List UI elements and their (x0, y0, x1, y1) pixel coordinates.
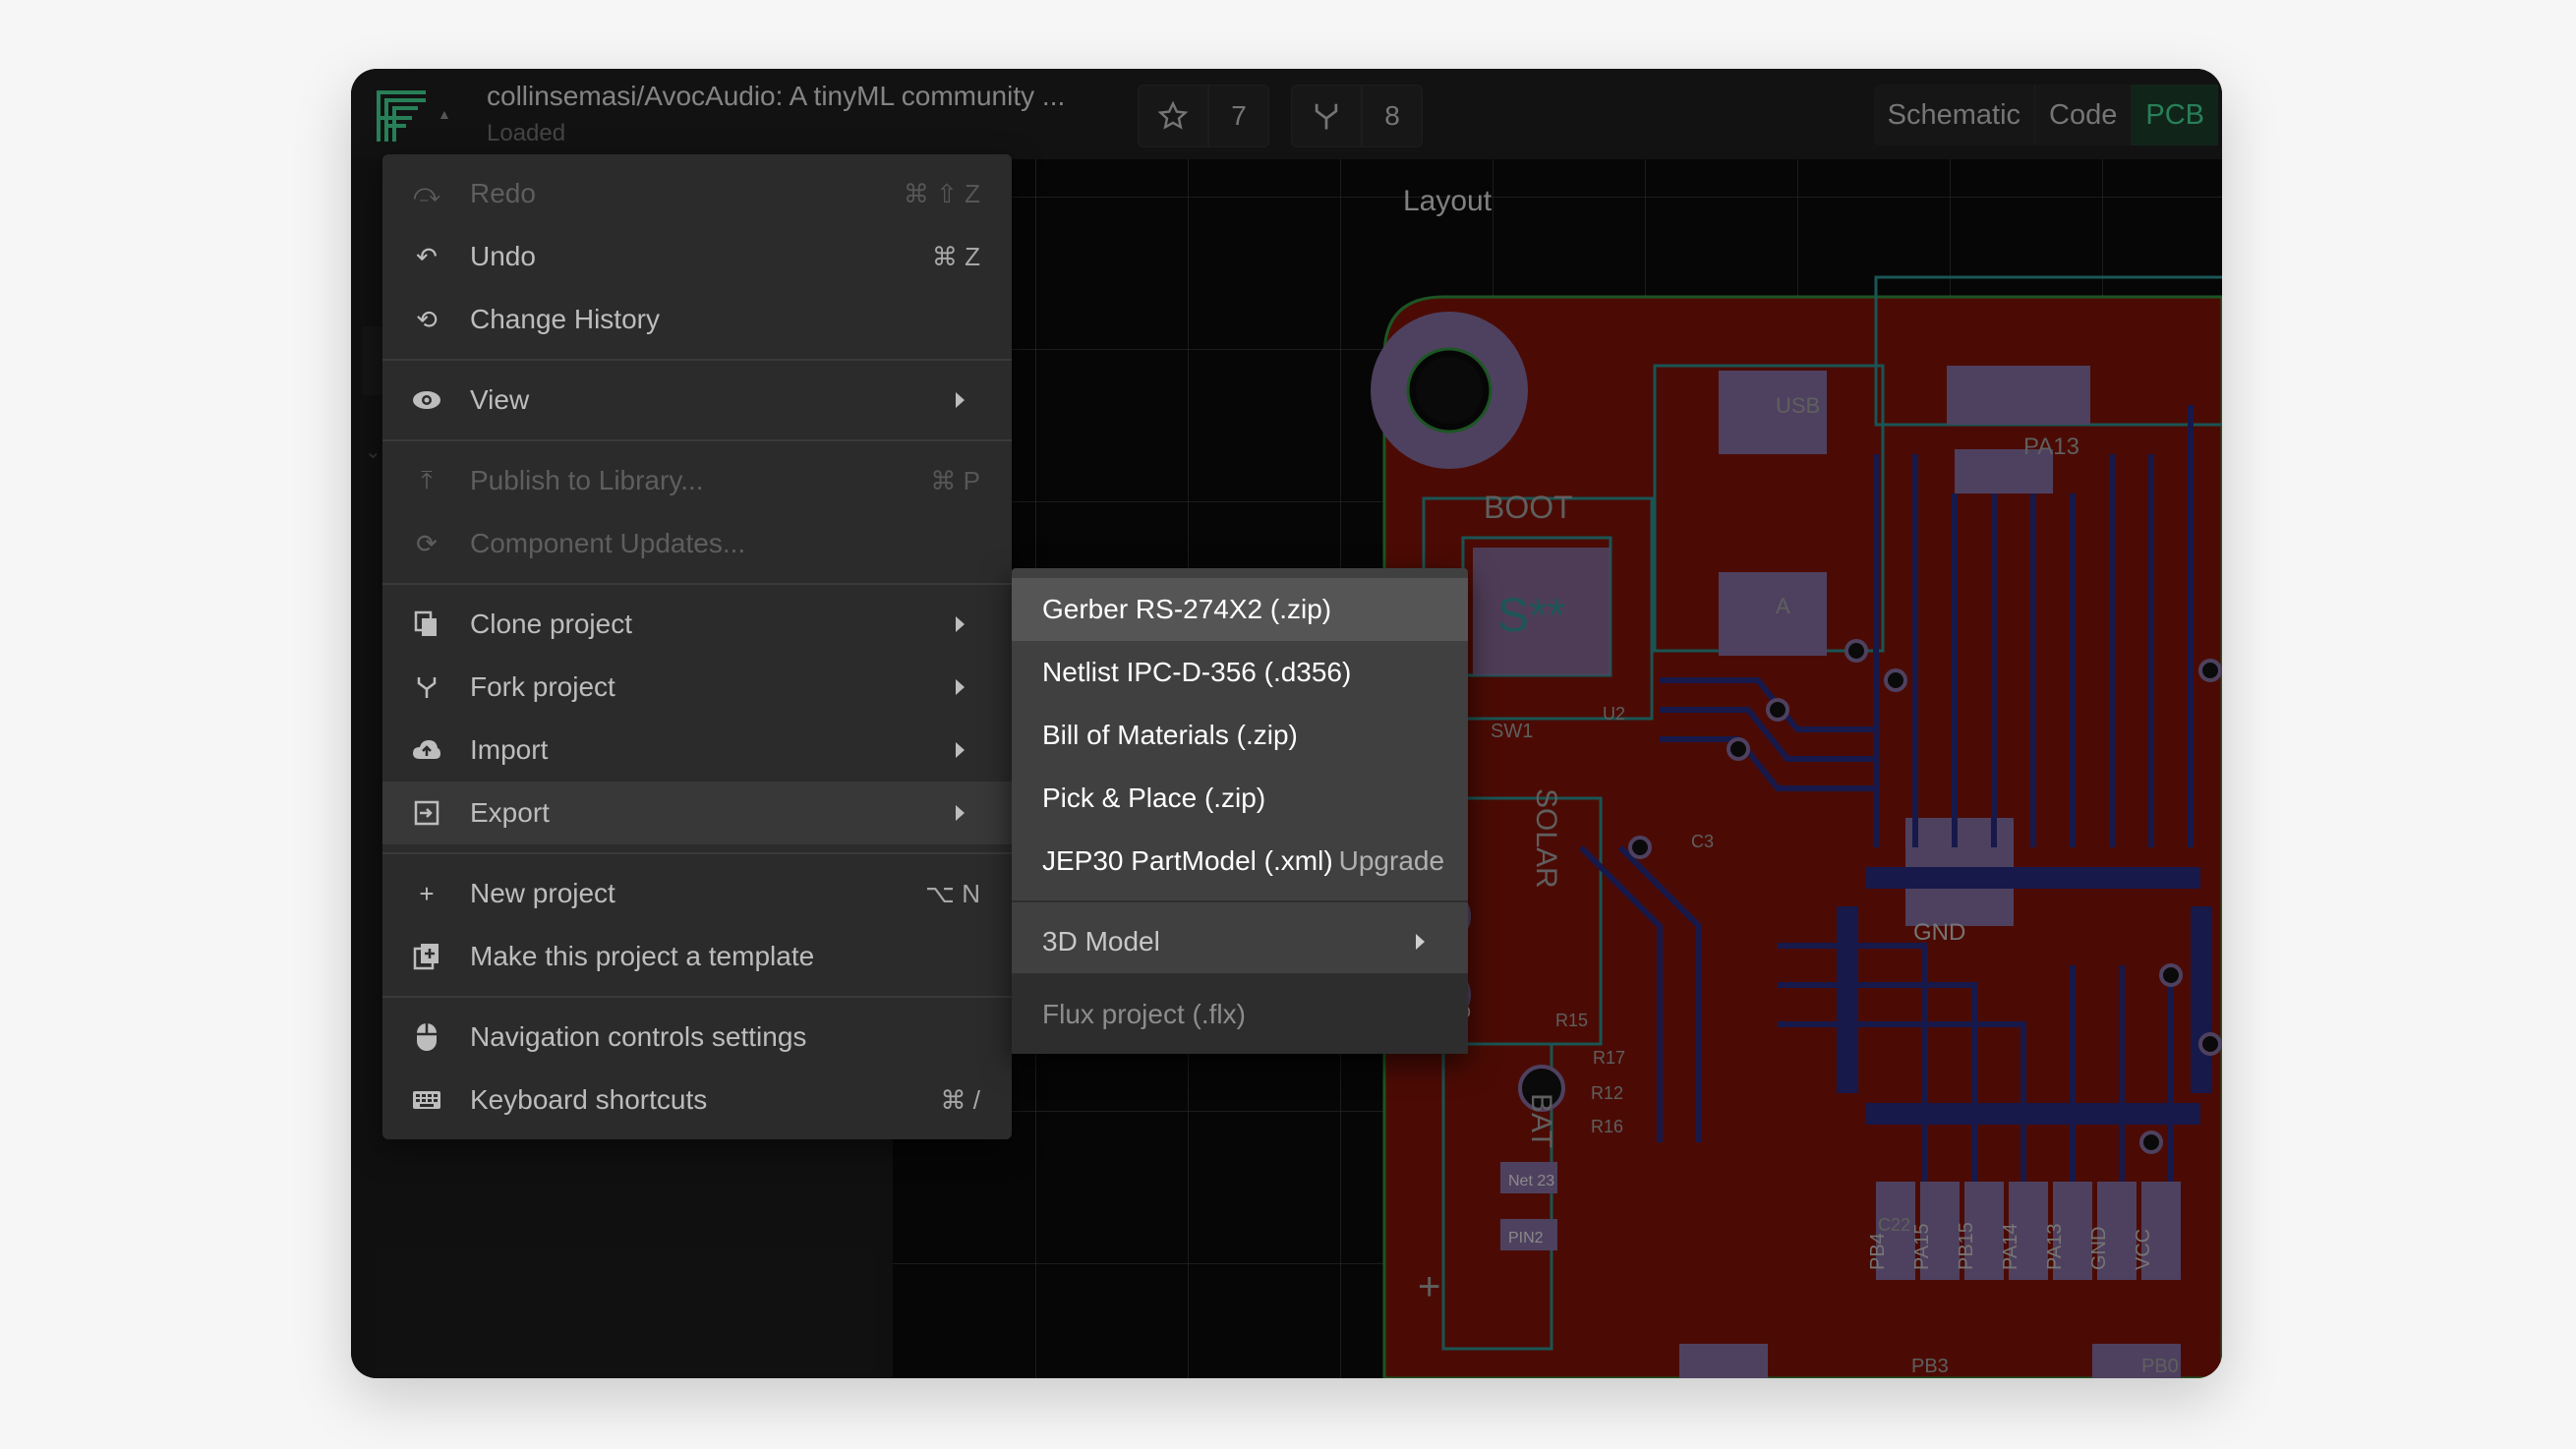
chevron-right-icon (1416, 934, 1425, 950)
menu-item-component-updates[interactable]: ⟳ Component Updates... (382, 512, 1012, 575)
export-bom[interactable]: Bill of Materials (.zip) (1012, 704, 1468, 767)
submenu-footer: Flux project (.flx) (1012, 973, 1468, 1054)
publish-icon: ⤒ (421, 465, 433, 494)
template-icon (412, 943, 441, 970)
chevron-right-icon (956, 616, 965, 632)
chevron-right-icon (956, 392, 965, 408)
upgrade-badge[interactable]: Upgrade (1339, 845, 1444, 877)
plus-icon: + (419, 878, 435, 908)
mouse-icon (412, 1023, 441, 1051)
export-3d-model[interactable]: 3D Model (1012, 910, 1468, 973)
export-jep30[interactable]: JEP30 PartModel (.xml) Upgrade (1012, 830, 1468, 893)
export-pick-place[interactable]: Pick & Place (.zip) (1012, 767, 1468, 830)
redo-icon: ⤼ (413, 178, 440, 207)
menu-item-export[interactable]: Export (382, 782, 1012, 844)
menu-item-redo[interactable]: ⤼ Redo ⌘ ⇧ Z (382, 162, 1012, 225)
menu-separator (382, 439, 1012, 441)
export-gerber[interactable]: Gerber RS-274X2 (.zip) (1012, 578, 1468, 641)
clone-icon (412, 610, 441, 638)
menu-item-change-history[interactable]: ⟲ Change History (382, 288, 1012, 351)
project-menu: ⤼ Redo ⌘ ⇧ Z ↶ Undo ⌘ Z ⟲ Change History… (382, 154, 1012, 1139)
export-flux-project[interactable]: Flux project (.flx) (1012, 983, 1468, 1046)
menu-separator (382, 852, 1012, 854)
menu-item-keyboard-shortcuts[interactable]: Keyboard shortcuts ⌘ / (382, 1069, 1012, 1131)
undo-icon: ↶ (416, 241, 438, 271)
menu-item-import[interactable]: Import (382, 719, 1012, 782)
sync-icon: ⟳ (416, 528, 438, 558)
keyboard-icon (412, 1086, 441, 1114)
export-netlist[interactable]: Netlist IPC-D-356 (.d356) (1012, 641, 1468, 704)
submenu-separator (1012, 900, 1468, 902)
menu-item-navigation-settings[interactable]: Navigation controls settings (382, 1006, 1012, 1069)
chevron-right-icon (956, 742, 965, 758)
submenu-separator (1012, 973, 1468, 975)
export-icon (412, 799, 441, 827)
fork-icon (412, 673, 441, 701)
chevron-right-icon (956, 679, 965, 695)
menu-item-make-template[interactable]: Make this project a template (382, 925, 1012, 988)
menu-item-fork-project[interactable]: Fork project (382, 656, 1012, 719)
menu-item-new-project[interactable]: + New project ⌥ N (382, 862, 1012, 925)
menu-separator (382, 996, 1012, 998)
history-icon: ⟲ (416, 304, 438, 334)
menu-item-publish-library[interactable]: ⤒ Publish to Library... ⌘ P (382, 449, 1012, 512)
menu-separator (382, 359, 1012, 361)
menu-item-undo[interactable]: ↶ Undo ⌘ Z (382, 225, 1012, 288)
menu-item-clone-project[interactable]: Clone project (382, 593, 1012, 656)
menu-separator (382, 583, 1012, 585)
eye-icon (412, 386, 441, 414)
cloud-upload-icon (412, 736, 441, 764)
menu-item-view[interactable]: View (382, 369, 1012, 432)
chevron-right-icon (956, 805, 965, 821)
export-submenu: Gerber RS-274X2 (.zip) Netlist IPC-D-356… (1012, 568, 1468, 1054)
